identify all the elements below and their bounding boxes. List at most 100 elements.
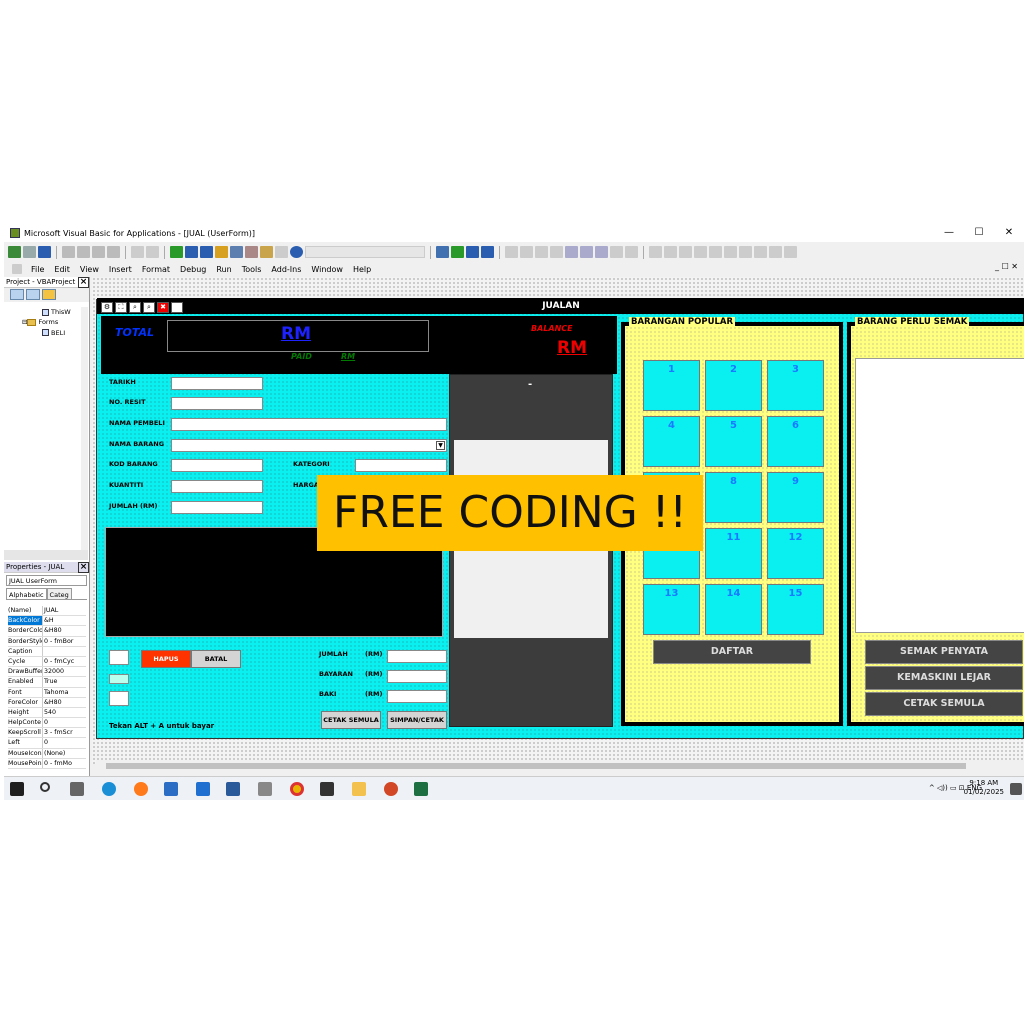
- jumlah-rm-input[interactable]: [171, 501, 263, 514]
- property-row[interactable]: Enabled True: [8, 677, 86, 688]
- popular-item-button[interactable]: 5: [705, 416, 762, 467]
- toolbar-location-combo[interactable]: [305, 246, 425, 258]
- align-center-icon[interactable]: [664, 246, 677, 258]
- property-value[interactable]: Tahoma: [43, 688, 86, 697]
- project-vscroll[interactable]: [81, 307, 88, 550]
- popular-item-button[interactable]: 8: [705, 472, 762, 523]
- property-row[interactable]: Caption: [8, 646, 86, 657]
- project-explorer-icon[interactable]: [230, 246, 243, 258]
- tree-folder-forms[interactable]: ⊟ Forms: [4, 317, 88, 327]
- property-value[interactable]: 0 - fmCyc: [43, 657, 86, 666]
- paste-icon[interactable]: [92, 246, 105, 258]
- property-value[interactable]: 3 - fmScr: [43, 728, 86, 737]
- popular-item-button[interactable]: 4: [643, 416, 700, 467]
- uncomment-block-icon[interactable]: [754, 246, 767, 258]
- property-row[interactable]: Height 540: [8, 707, 86, 719]
- task-view-icon[interactable]: [70, 782, 84, 796]
- step-over-icon[interactable]: [520, 246, 533, 258]
- property-value[interactable]: True: [43, 677, 86, 686]
- menu-edit[interactable]: Edit: [53, 265, 71, 274]
- pembeli-input[interactable]: [171, 418, 447, 431]
- popular-item-button[interactable]: 9: [767, 472, 824, 523]
- object-browser-icon[interactable]: [260, 246, 273, 258]
- minimize-button[interactable]: —: [934, 224, 964, 242]
- group-icon[interactable]: [610, 246, 623, 258]
- property-row[interactable]: BorderStyle 0 - fmBor: [8, 636, 86, 647]
- property-row[interactable]: Left 0: [8, 738, 86, 749]
- kod-input[interactable]: [171, 459, 263, 472]
- check-listbox[interactable]: [855, 358, 1024, 633]
- step-out-icon[interactable]: [535, 246, 548, 258]
- menu-view[interactable]: View: [79, 265, 100, 274]
- bookmark-icon[interactable]: [769, 246, 782, 258]
- small-textbox-2[interactable]: [109, 691, 129, 706]
- next-bookmark-icon[interactable]: [784, 246, 797, 258]
- mdi-controls[interactable]: _ ☐ ✕: [995, 262, 1018, 271]
- watch-icon[interactable]: [550, 246, 563, 258]
- view-object-icon[interactable]: [26, 289, 40, 300]
- grid-icon[interactable]: [565, 246, 578, 258]
- close-button[interactable]: ✕: [994, 224, 1024, 242]
- menu-debug[interactable]: Debug: [179, 265, 207, 274]
- bring-front-icon[interactable]: [580, 246, 593, 258]
- align-left-icon[interactable]: [649, 246, 662, 258]
- close-form-icon[interactable]: ✖: [157, 302, 169, 313]
- property-value[interactable]: 0 - fmMo: [43, 759, 86, 768]
- design-mode-icon[interactable]: [215, 246, 228, 258]
- property-value[interactable]: &H80: [43, 626, 86, 635]
- barang-combo[interactable]: ▼: [171, 439, 447, 452]
- daftar-button[interactable]: DAFTAR: [653, 640, 811, 664]
- popular-item-button[interactable]: 3: [767, 360, 824, 411]
- kemaskini-lejar-button[interactable]: KEMASKINI LEJAR: [865, 666, 1023, 690]
- small-toggle[interactable]: [109, 674, 129, 684]
- run-sub-icon[interactable]: [451, 246, 464, 258]
- property-row[interactable]: BackColor &H: [8, 616, 86, 627]
- copy-icon[interactable]: [77, 246, 90, 258]
- break-icon[interactable]: [185, 246, 198, 258]
- blank-icon[interactable]: [171, 302, 183, 313]
- property-row[interactable]: DrawBuffer 32000: [8, 667, 86, 678]
- property-value[interactable]: [43, 647, 86, 656]
- property-value[interactable]: 0: [43, 738, 86, 747]
- menu-tools[interactable]: Tools: [241, 265, 263, 274]
- chevron-down-icon[interactable]: ▼: [436, 441, 445, 450]
- tab-alphabetic[interactable]: Alphabetic: [6, 588, 47, 599]
- property-row[interactable]: MouseIcon (None): [8, 748, 86, 759]
- kuantiti-input[interactable]: [171, 480, 263, 493]
- popular-item-button[interactable]: 13: [643, 584, 700, 635]
- align-right-icon[interactable]: [679, 246, 692, 258]
- view-excel-icon[interactable]: [8, 246, 21, 258]
- close-properties-icon[interactable]: ×: [78, 561, 89, 573]
- bayaran-input[interactable]: [387, 670, 447, 683]
- dev-icon[interactable]: [320, 782, 334, 796]
- batal-button[interactable]: BATAL: [191, 650, 241, 668]
- redo-icon[interactable]: [146, 246, 159, 258]
- property-value[interactable]: 32000: [43, 667, 86, 676]
- zoom-in-icon[interactable]: ⌕: [129, 302, 141, 313]
- toolbox-icon[interactable]: [275, 246, 288, 258]
- zoom-out-icon[interactable]: ⌕: [143, 302, 155, 313]
- menu-addins[interactable]: Add-Ins: [270, 265, 302, 274]
- baki-input[interactable]: [387, 690, 447, 703]
- save-icon[interactable]: [38, 246, 51, 258]
- popular-item-button[interactable]: 11: [705, 528, 762, 579]
- cetak-semula-lejar-button[interactable]: CETAK SEMULA: [865, 692, 1023, 716]
- popular-item-button[interactable]: 15: [767, 584, 824, 635]
- project-hscroll[interactable]: [4, 550, 88, 560]
- menu-run[interactable]: Run: [215, 265, 232, 274]
- property-value[interactable]: 0: [43, 718, 86, 727]
- excel-icon[interactable]: [414, 782, 428, 796]
- popular-item-button[interactable]: 1: [643, 360, 700, 411]
- simpan-cetak-button[interactable]: SIMPAN/CETAK: [387, 711, 447, 729]
- property-value[interactable]: 0 - fmBor: [43, 637, 86, 646]
- resit-input[interactable]: [171, 397, 263, 410]
- file-explorer-icon[interactable]: [352, 782, 366, 796]
- help-icon[interactable]: [290, 246, 303, 258]
- small-textbox-1[interactable]: [109, 650, 129, 665]
- comment-block-icon[interactable]: [739, 246, 752, 258]
- send-back-icon[interactable]: [595, 246, 608, 258]
- hapus-button[interactable]: HAPUS: [141, 650, 191, 668]
- menu-file[interactable]: File: [30, 265, 45, 274]
- clock[interactable]: 9:18 AM 01/02/2025: [964, 779, 1004, 797]
- menu-help[interactable]: Help: [352, 265, 372, 274]
